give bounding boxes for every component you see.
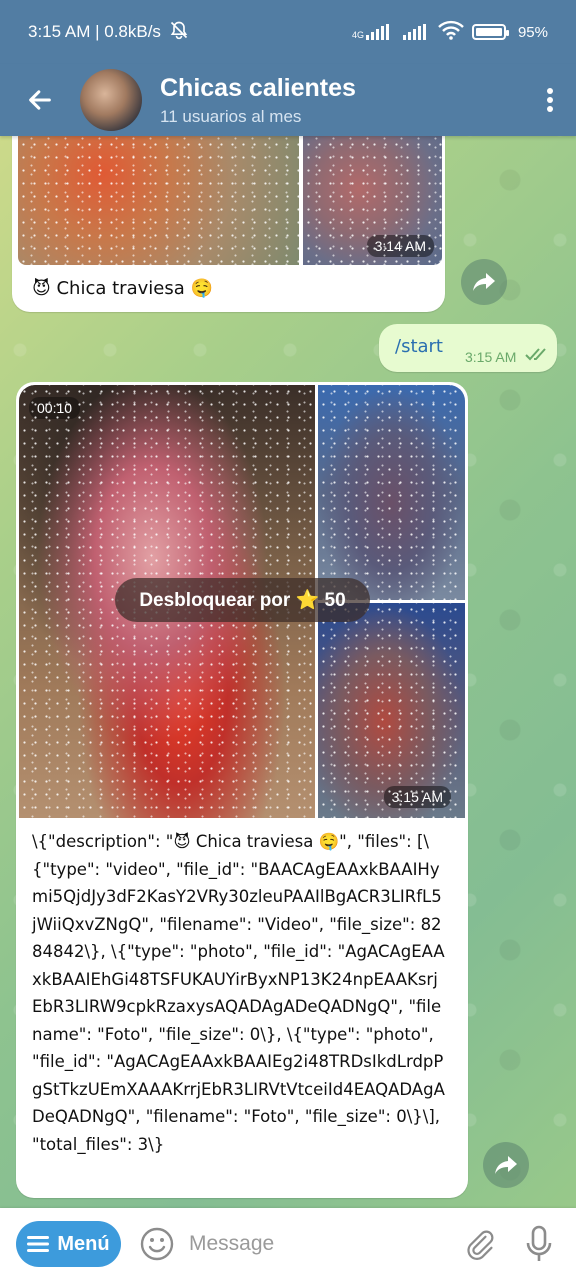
arrow-left-icon <box>29 90 51 110</box>
forward-button[interactable] <box>461 259 507 305</box>
chat-info[interactable]: Chicas calientes 11 usuarios al mes <box>160 74 524 127</box>
battery-icon <box>471 24 509 40</box>
signal-icon <box>402 24 426 40</box>
share-arrow-icon <box>495 1156 517 1174</box>
double-check-icon <box>525 346 549 366</box>
emoji-button[interactable] <box>139 1226 175 1262</box>
attach-button[interactable] <box>460 1224 500 1264</box>
back-button[interactable] <box>0 64 80 136</box>
smiley-icon <box>140 1227 174 1261</box>
outgoing-time: 3:15 AM <box>465 349 517 365</box>
unlock-label: Desbloquear por ⭐ 50 <box>139 590 346 611</box>
message-bubble-1[interactable]: 3:14 AM 😈 Chica traviesa 🤤 <box>12 112 445 312</box>
more-vertical-icon <box>547 88 553 112</box>
paperclip-icon <box>467 1230 494 1260</box>
outgoing-message[interactable]: /start 3:15 AM <box>379 324 557 372</box>
microphone-icon <box>526 1225 552 1261</box>
bell-off-icon <box>169 20 189 45</box>
menu-icon <box>27 1236 50 1252</box>
message-text: \{"description": "😈 Chica traviesa 🤤", "… <box>32 832 445 1154</box>
forward-button-2[interactable] <box>483 1142 529 1188</box>
battery-level: 95% <box>517 23 548 41</box>
message-time: 3:14 AM <box>366 235 434 257</box>
bot-menu-button[interactable]: Menú <box>16 1221 121 1267</box>
wifi-icon <box>438 20 464 45</box>
chat-header: Chicas calientes 11 usuarios al mes <box>0 64 576 136</box>
more-menu-button[interactable] <box>524 64 576 136</box>
video-duration: 00:10 <box>29 397 81 419</box>
voice-message-button[interactable] <box>524 1224 554 1264</box>
message-input-bar: Menú <box>0 1208 576 1280</box>
avatar[interactable] <box>80 69 142 131</box>
media-photo-4[interactable]: 3:15 AM <box>318 603 465 818</box>
share-arrow-icon <box>473 273 495 291</box>
message-input[interactable] <box>189 1232 460 1256</box>
command-text[interactable]: /start <box>395 336 443 357</box>
status-bar: 3:15 AM | 0.8kB/s 4G 95% <box>0 0 576 64</box>
unlock-paid-media-button[interactable]: Desbloquear por ⭐ 50 <box>115 578 370 622</box>
chat-subtitle: 11 usuarios al mes <box>160 106 302 126</box>
menu-label: Menú <box>57 1232 110 1255</box>
signal-4g-icon: 4G <box>352 24 389 40</box>
media-photo-3[interactable] <box>318 385 465 600</box>
chat-title: Chicas calientes <box>160 73 356 102</box>
message-caption: 😈 Chica traviesa 🤤 <box>32 278 213 299</box>
media-time: 3:15 AM <box>383 786 451 808</box>
status-time: 3:15 AM | 0.8kB/s <box>28 22 161 41</box>
